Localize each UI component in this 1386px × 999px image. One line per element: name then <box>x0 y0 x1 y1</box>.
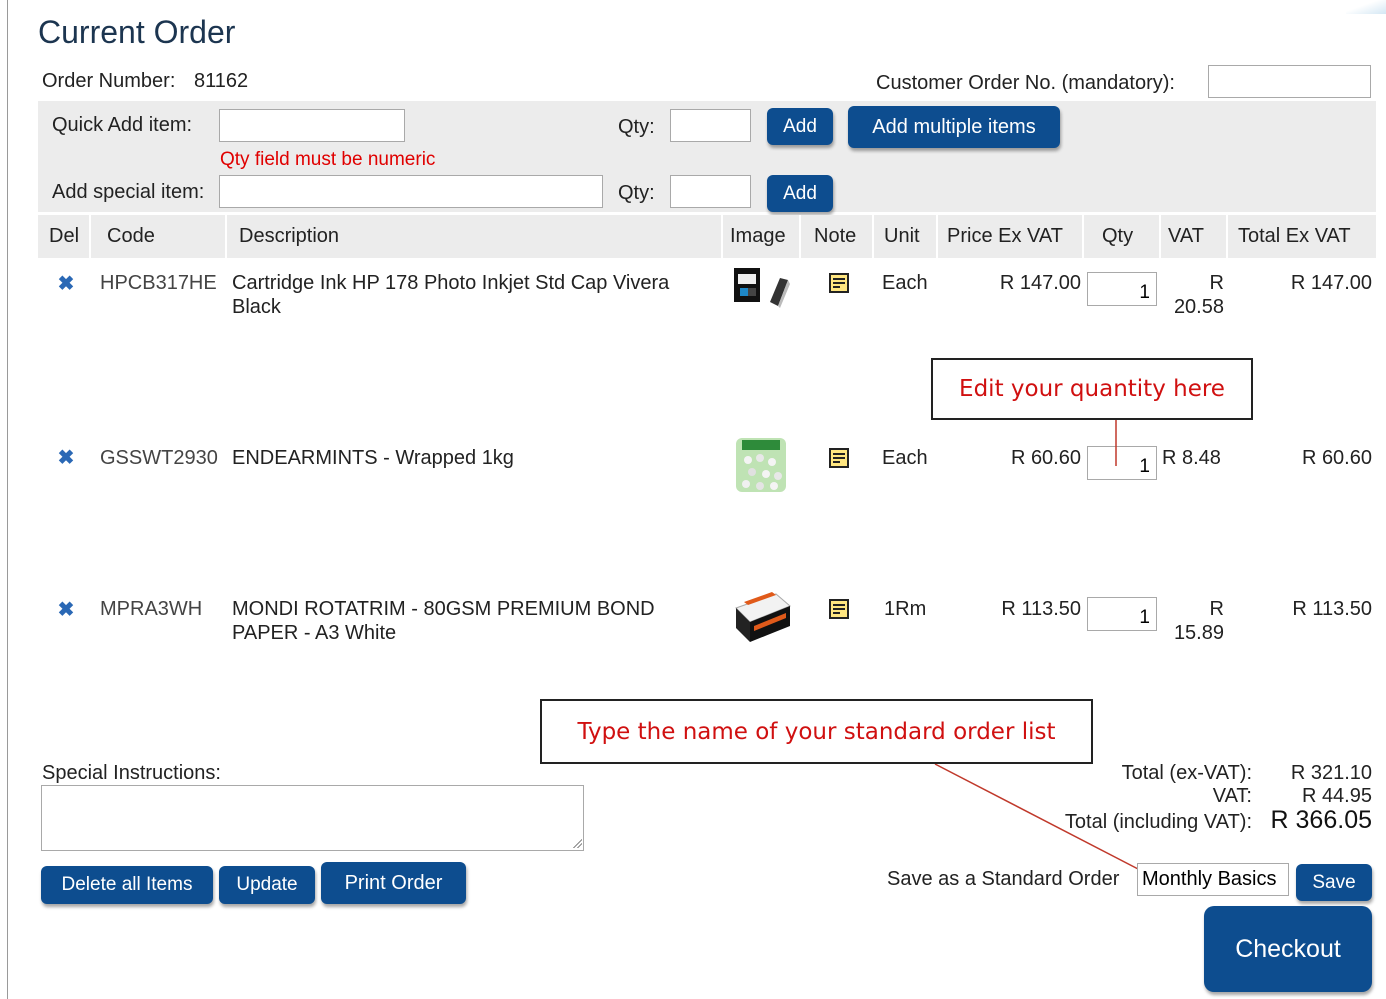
special-instructions-textarea[interactable] <box>41 785 584 851</box>
total-incl-vat-label: Total (including VAT): <box>1064 811 1252 833</box>
total-incl-vat-value: R 366.05 <box>1270 806 1372 834</box>
delete-all-items-button[interactable]: Delete all Items <box>41 866 213 904</box>
resize-grip-icon[interactable] <box>572 838 582 848</box>
total-ex-vat-value: R 321.10 <box>1290 762 1372 784</box>
total-ex-vat-label: Total (ex-VAT): <box>1121 762 1252 784</box>
vat-label: VAT: <box>1212 785 1252 807</box>
update-button[interactable]: Update <box>219 866 315 904</box>
checkout-button[interactable]: Checkout <box>1204 906 1372 992</box>
print-order-button[interactable]: Print Order <box>321 862 466 904</box>
standard-order-name-input[interactable] <box>1137 863 1289 896</box>
standard-order-callout: Type the name of your standard order lis… <box>540 699 1093 764</box>
save-standard-order-label: Save as a Standard Order <box>887 868 1120 890</box>
special-instructions-label: Special Instructions: <box>42 762 221 784</box>
qty-callout: Edit your quantity here <box>931 358 1253 420</box>
save-standard-order-button[interactable]: Save <box>1296 864 1372 901</box>
vat-value: R 44.95 <box>1301 785 1372 807</box>
